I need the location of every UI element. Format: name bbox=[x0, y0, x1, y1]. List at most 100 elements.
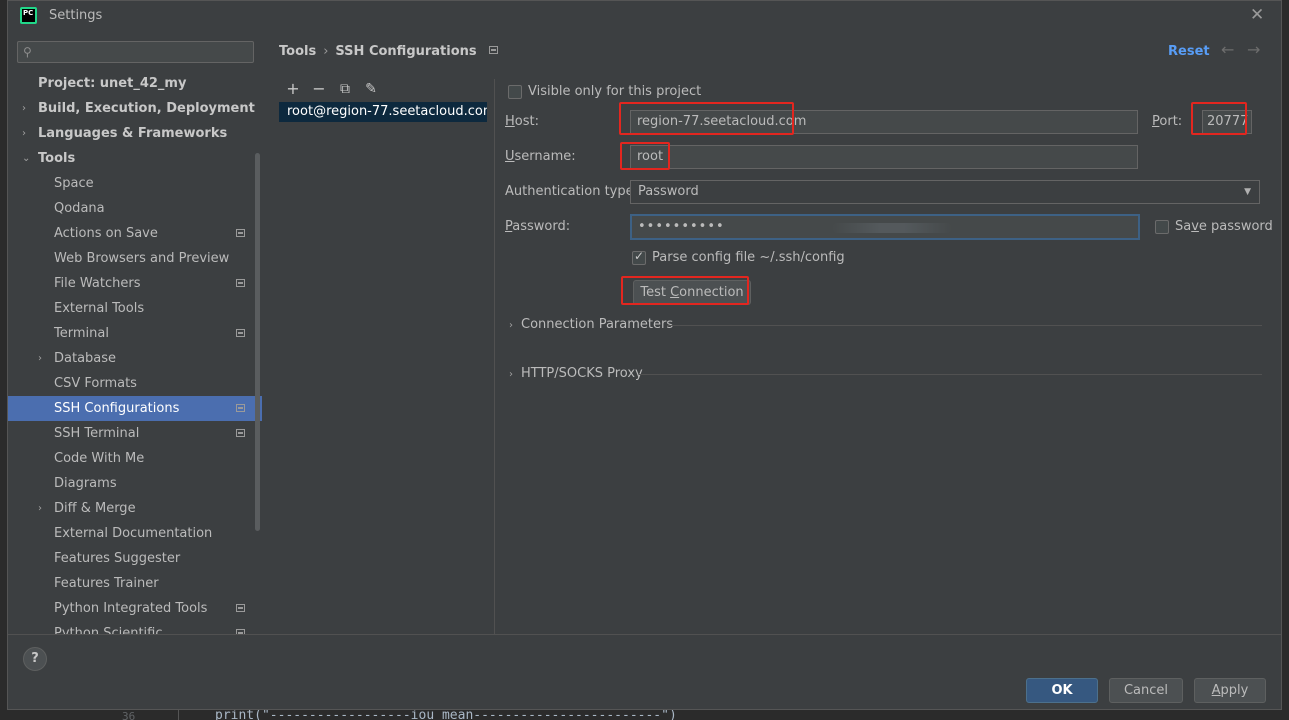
port-input[interactable]: 20777 bbox=[1202, 110, 1252, 134]
sidebar-item-diff-merge[interactable]: › Diff & Merge bbox=[8, 496, 262, 521]
sidebar-item-build-execution-deployment[interactable]: › Build, Execution, Deployment bbox=[8, 96, 262, 121]
sidebar-item-label: SSH Configurations bbox=[54, 401, 180, 416]
sidebar-item-languages-frameworks[interactable]: › Languages & Frameworks bbox=[8, 121, 262, 146]
edit-icon[interactable]: ✎ bbox=[361, 79, 381, 99]
sidebar-item-label: File Watchers bbox=[54, 276, 141, 291]
settings-search[interactable]: ⚲ bbox=[17, 41, 254, 63]
sidebar-item-python-scientific[interactable]: Python Scientific bbox=[8, 621, 262, 634]
settings-content: Tools › SSH Configurations Reset ← → + − ⧉… bbox=[263, 31, 1281, 649]
sidebar-item-label: Build, Execution, Deployment bbox=[38, 101, 255, 116]
parse-config-checkbox[interactable] bbox=[632, 249, 646, 265]
sidebar-item-external-tools[interactable]: External Tools bbox=[8, 296, 262, 321]
chevron-right-icon[interactable]: › bbox=[22, 121, 26, 146]
sidebar-item-label: Web Browsers and Preview bbox=[54, 251, 230, 266]
close-icon[interactable]: ✕ bbox=[1250, 5, 1264, 25]
sidebar-item-label: Diff & Merge bbox=[54, 501, 136, 516]
sidebar-item-qodana[interactable]: Qodana bbox=[8, 196, 262, 221]
sidebar-item-label: Features Trainer bbox=[54, 576, 159, 591]
title-bar: PC Settings ✕ bbox=[8, 1, 1281, 31]
sidebar-item-terminal[interactable]: Terminal bbox=[8, 321, 262, 346]
chevron-right-icon[interactable]: › bbox=[38, 496, 42, 521]
dialog-footer: ? OK Cancel Apply bbox=[8, 634, 1281, 709]
sidebar-item-label: External Documentation bbox=[54, 526, 213, 541]
password-value: •••••••••• bbox=[638, 219, 725, 234]
sidebar-item-label: Qodana bbox=[54, 201, 105, 216]
reset-link[interactable]: Reset bbox=[1168, 44, 1210, 59]
chevron-right-icon[interactable]: › bbox=[22, 96, 26, 121]
visible-only-checkbox[interactable] bbox=[508, 85, 522, 99]
sidebar-item-space[interactable]: Space bbox=[8, 171, 262, 196]
editor-line-number: 36 bbox=[122, 710, 136, 720]
parse-config-label: Parse config file ~/.ssh/config bbox=[652, 250, 845, 265]
host-input[interactable]: region-77.seetacloud.com bbox=[630, 110, 1138, 134]
proxy-section[interactable]: › HTTP/SOCKS Proxy bbox=[509, 366, 643, 381]
test-connection-button[interactable]: Test Connection bbox=[633, 280, 751, 305]
ssh-config-form: Visible only for this project Host: regi… bbox=[505, 79, 1275, 629]
back-arrow-icon[interactable]: ← bbox=[1221, 40, 1234, 59]
apply-button[interactable]: Apply bbox=[1194, 678, 1266, 703]
remove-icon[interactable]: − bbox=[309, 79, 329, 99]
forward-arrow-icon[interactable]: → bbox=[1247, 40, 1260, 59]
ssh-config-item[interactable]: root@region-77.seetacloud.com:20777 bbox=[287, 104, 487, 119]
sidebar-item-label: Terminal bbox=[54, 326, 109, 341]
dropdown-caret-icon: ▼ bbox=[1244, 187, 1251, 197]
sidebar-item-file-watchers[interactable]: File Watchers bbox=[8, 271, 262, 296]
sidebar-item-label: Python Integrated Tools bbox=[54, 601, 208, 616]
search-input[interactable] bbox=[40, 44, 245, 60]
sidebar-item-label: Code With Me bbox=[54, 451, 145, 466]
sidebar-item-web-browsers-and-preview[interactable]: Web Browsers and Preview bbox=[8, 246, 262, 271]
project-scope-icon bbox=[236, 404, 245, 412]
settings-dialog: PC Settings ✕ ⚲ Project: unet_42_my › Bui… bbox=[7, 0, 1282, 710]
connection-parameters-section[interactable]: › Connection Parameters bbox=[509, 317, 673, 332]
add-icon[interactable]: + bbox=[283, 79, 303, 99]
sidebar-item-label: Database bbox=[54, 351, 117, 366]
window-title: Settings bbox=[49, 8, 103, 23]
sidebar-scrollbar[interactable] bbox=[255, 153, 260, 531]
sidebar-item-label: SSH Terminal bbox=[54, 426, 140, 441]
sidebar-item-label: CSV Formats bbox=[54, 376, 137, 391]
copy-icon[interactable]: ⧉ bbox=[335, 79, 355, 99]
password-blur-overlay bbox=[832, 223, 952, 233]
sidebar-item-diagrams[interactable]: Diagrams bbox=[8, 471, 262, 496]
help-button[interactable]: ? bbox=[23, 647, 47, 671]
sidebar-item-tools[interactable]: ⌄ Tools bbox=[8, 146, 262, 171]
sidebar-item-label: Languages & Frameworks bbox=[38, 126, 228, 141]
project-scope-icon bbox=[236, 229, 245, 237]
username-label: Username: bbox=[505, 149, 576, 164]
cancel-button[interactable]: Cancel bbox=[1109, 678, 1183, 703]
ok-button[interactable]: OK bbox=[1026, 678, 1098, 703]
panel-divider[interactable] bbox=[494, 79, 495, 649]
password-input[interactable]: •••••••••• bbox=[630, 214, 1140, 240]
connection-parameters-label: Connection Parameters bbox=[521, 317, 674, 332]
breadcrumb-current: SSH Configurations bbox=[335, 44, 477, 59]
chevron-right-icon: › bbox=[509, 320, 513, 331]
breadcrumb: Tools › SSH Configurations bbox=[279, 44, 498, 59]
save-password-checkbox[interactable] bbox=[1155, 220, 1169, 234]
sidebar-item-database[interactable]: › Database bbox=[8, 346, 262, 371]
sidebar-item-features-suggester[interactable]: Features Suggester bbox=[8, 546, 262, 571]
section-divider bbox=[667, 325, 1262, 326]
sidebar-item-external-documentation[interactable]: External Documentation bbox=[8, 521, 262, 546]
sidebar-item-project[interactable]: Project: unet_42_my bbox=[8, 71, 262, 96]
sidebar-item-label: Diagrams bbox=[54, 476, 117, 491]
sidebar-item-label: Space bbox=[54, 176, 94, 191]
sidebar-item-csv-formats[interactable]: CSV Formats bbox=[8, 371, 262, 396]
breadcrumb-parent[interactable]: Tools bbox=[279, 44, 316, 59]
sidebar-item-label: Project: unet_42_my bbox=[38, 76, 187, 91]
sidebar-item-code-with-me[interactable]: Code With Me bbox=[8, 446, 262, 471]
sidebar-item-label: Python Scientific bbox=[54, 626, 163, 634]
sidebar-item-ssh-terminal[interactable]: SSH Terminal bbox=[8, 421, 262, 446]
auth-type-select[interactable]: Password ▼ bbox=[630, 180, 1260, 204]
chevron-right-icon[interactable]: › bbox=[38, 346, 42, 371]
sidebar-item-ssh-configurations[interactable]: SSH Configurations bbox=[8, 396, 262, 421]
sidebar-item-actions-on-save[interactable]: Actions on Save bbox=[8, 221, 262, 246]
sidebar-item-features-trainer[interactable]: Features Trainer bbox=[8, 571, 262, 596]
sidebar-item-python-integrated-tools[interactable]: Python Integrated Tools bbox=[8, 596, 262, 621]
username-input[interactable]: root bbox=[630, 145, 1138, 169]
chevron-down-icon[interactable]: ⌄ bbox=[22, 146, 30, 171]
sidebar-item-label: External Tools bbox=[54, 301, 145, 316]
save-password-label: Save password bbox=[1175, 219, 1273, 234]
visible-only-label: Visible only for this project bbox=[528, 84, 702, 99]
breadcrumb-separator: › bbox=[323, 44, 329, 59]
project-scope-icon bbox=[236, 279, 245, 287]
